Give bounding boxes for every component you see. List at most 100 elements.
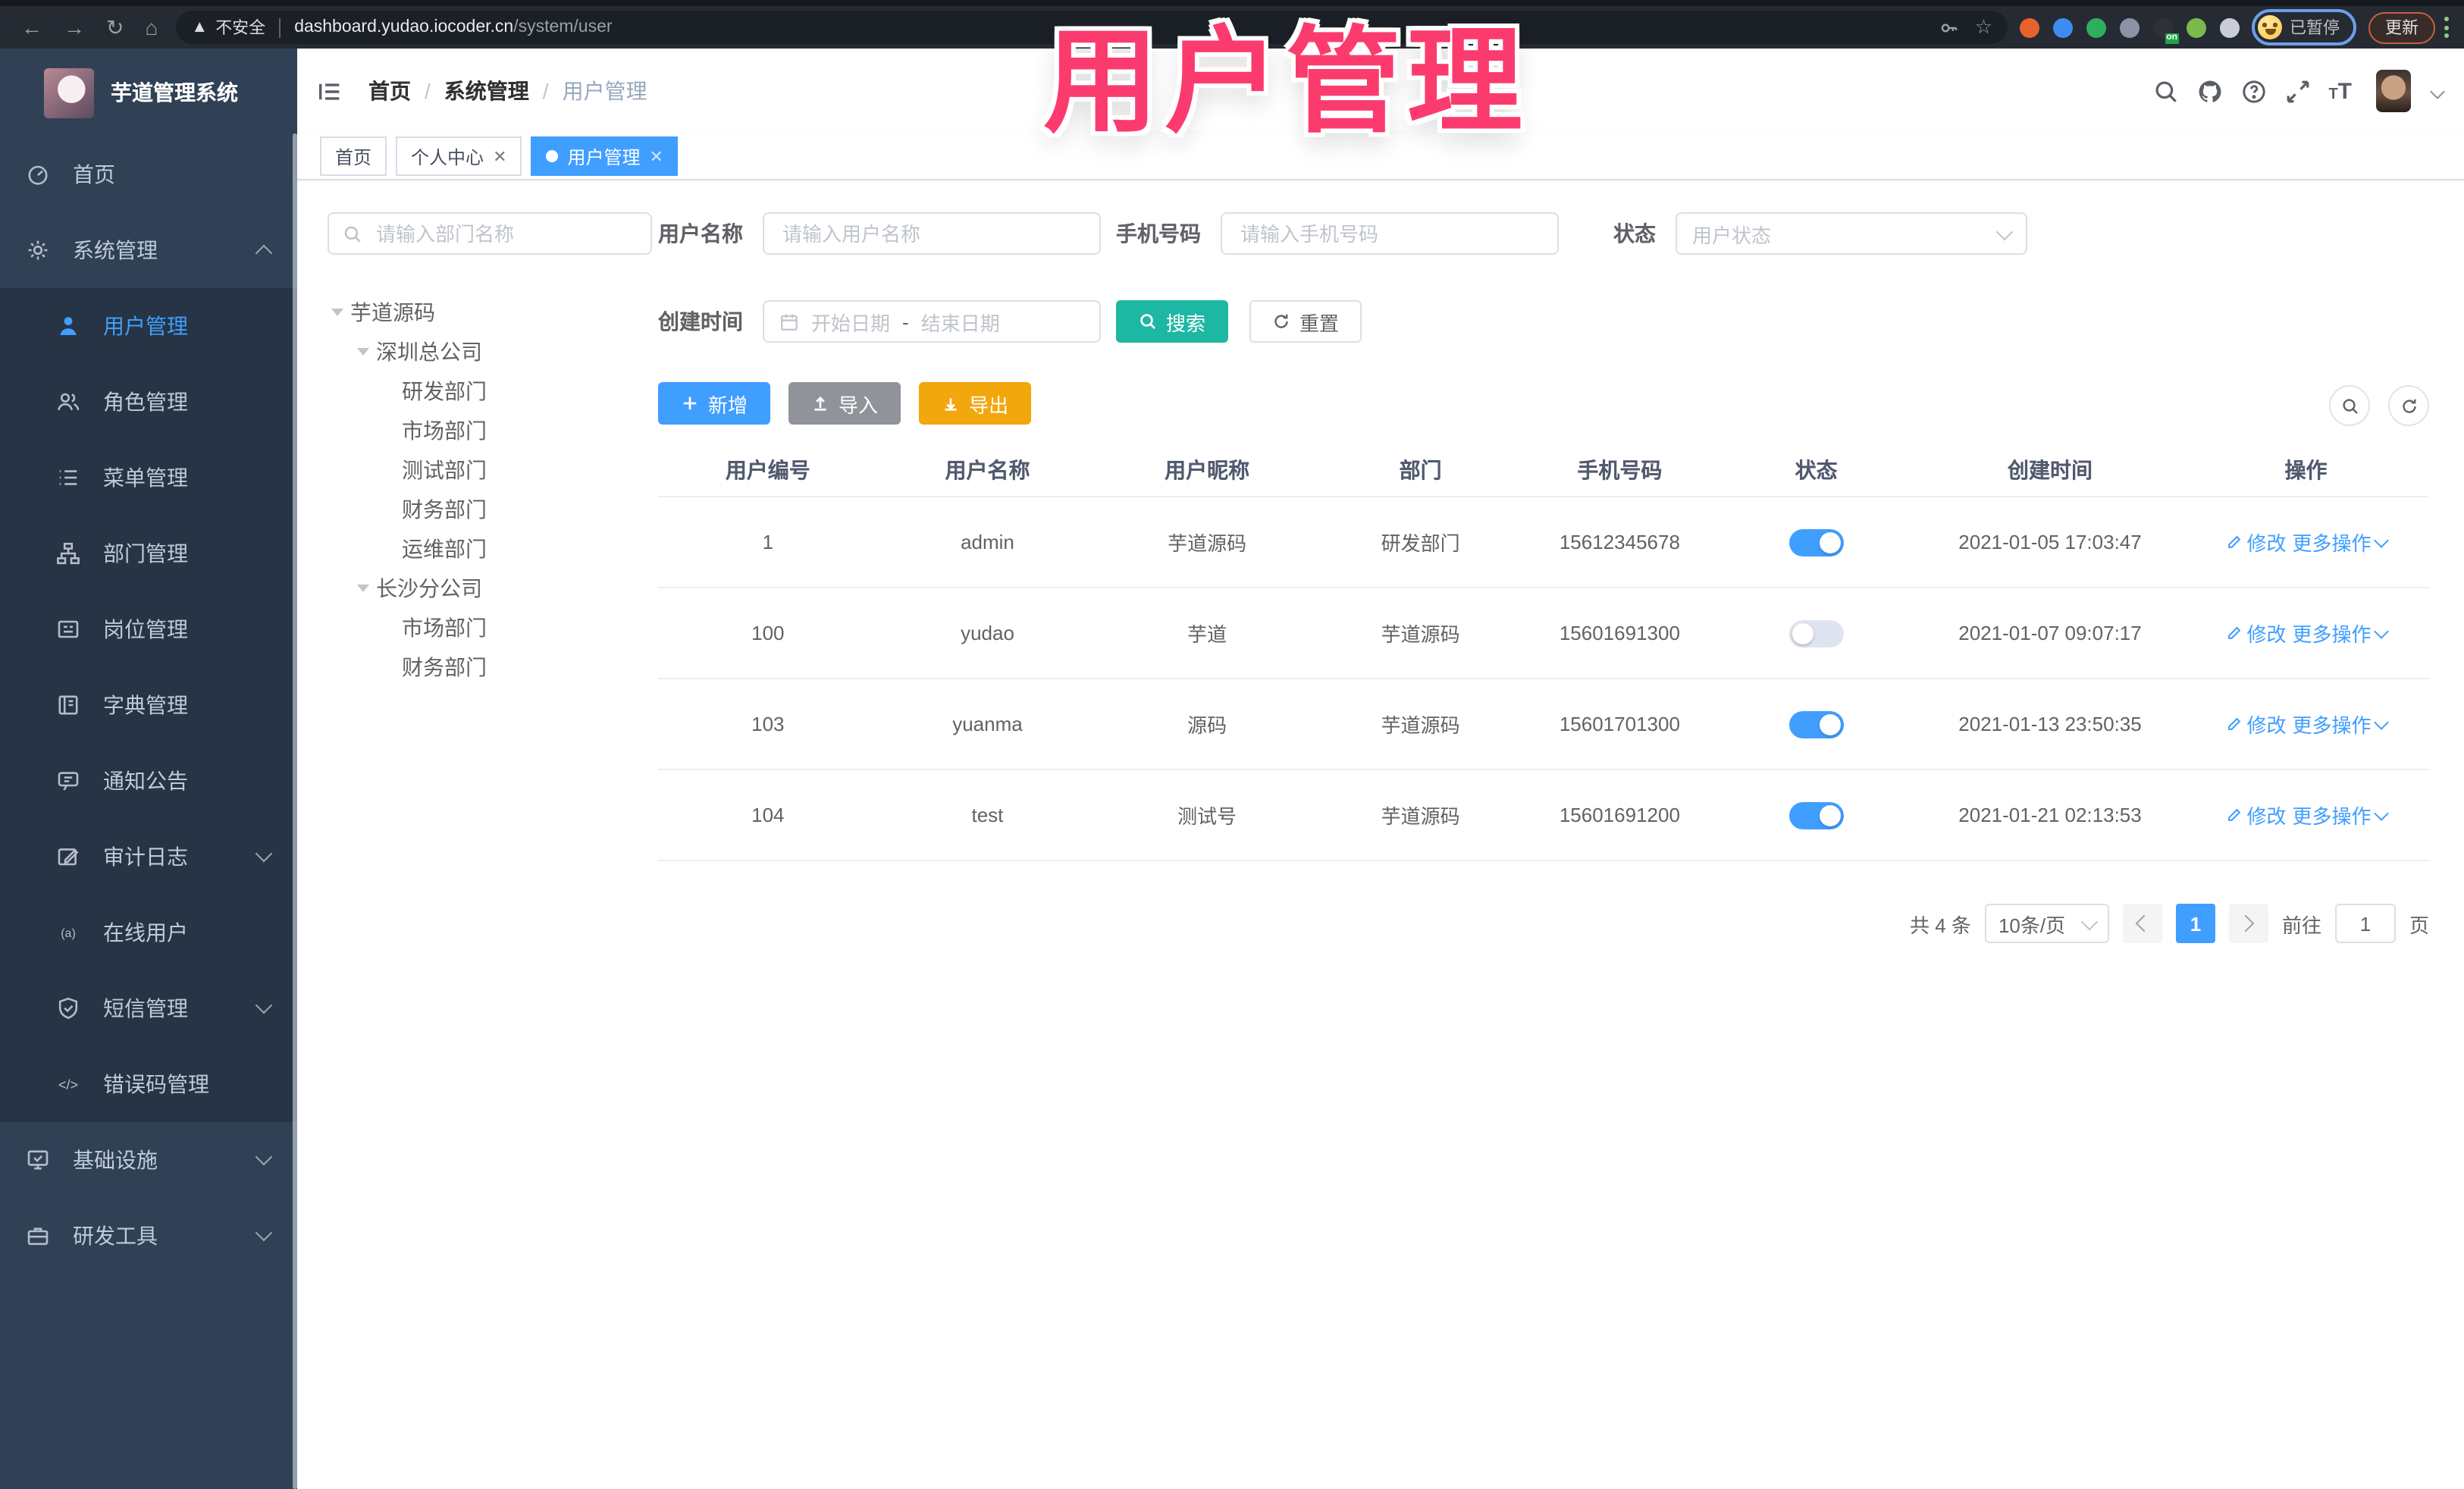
puzzle-extension-icon[interactable] <box>2220 17 2240 37</box>
edit-link[interactable]: 修改 <box>2226 619 2287 647</box>
forward-icon[interactable]: → <box>64 15 85 39</box>
sidebar-item-岗位管理[interactable]: 岗位管理 <box>0 591 297 667</box>
chrome-menu-icon[interactable] <box>2444 17 2449 38</box>
sidebar-item-部门管理[interactable]: 部门管理 <box>0 516 297 591</box>
chrome-update-button[interactable]: 更新 <box>2368 11 2435 43</box>
sidebar-item-角色管理[interactable]: 角色管理 <box>0 364 297 440</box>
export-button[interactable]: 导出 <box>919 382 1032 425</box>
collapse-sidebar-icon[interactable] <box>317 78 343 104</box>
close-icon[interactable]: ✕ <box>650 146 663 166</box>
reload-icon[interactable]: ↻ <box>106 14 124 40</box>
current-page-button[interactable]: 1 <box>2175 904 2215 943</box>
grid-extension-icon[interactable] <box>2120 17 2140 37</box>
prev-page-button[interactable] <box>2122 904 2162 943</box>
table-cell: 芋道源码 <box>1381 805 1460 828</box>
username-field[interactable] <box>763 212 1101 255</box>
tree-node-财务部门[interactable]: 财务部门 <box>328 647 652 687</box>
breadcrumb-item[interactable]: 系统管理 <box>444 76 529 106</box>
logo-row[interactable]: 芋道管理系统 <box>0 49 297 136</box>
tree-node-芋道源码[interactable]: 芋道源码 <box>328 293 652 332</box>
tree-node-市场部门[interactable]: 市场部门 <box>328 411 652 450</box>
tree-node-深圳总公司[interactable]: 深圳总公司 <box>328 332 652 371</box>
avatar-caret-icon[interactable] <box>2430 83 2445 99</box>
page-size-select[interactable]: 10条/页 <box>1984 904 2109 943</box>
browser-chrome: ← → ↻ ⌂ ▲ 不安全 dashboard.yudao.iocoder.cn… <box>0 0 2464 49</box>
next-page-button[interactable] <box>2228 904 2268 943</box>
close-icon[interactable]: ✕ <box>493 146 506 166</box>
sidebar-item-字典管理[interactable]: 字典管理 <box>0 667 297 743</box>
mobile-field[interactable] <box>1221 212 1559 255</box>
tree-node-市场部门[interactable]: 市场部门 <box>328 608 652 647</box>
dept-search-input[interactable] <box>373 221 637 246</box>
sidebar-item-通知公告[interactable]: 通知公告 <box>0 743 297 819</box>
sidebar-item-系统管理[interactable]: 系统管理 <box>0 212 297 288</box>
browser-profile-pill[interactable]: 已暂停 <box>2252 9 2356 45</box>
more-actions-link[interactable]: 更多操作 <box>2293 619 2389 647</box>
goto-page-input[interactable] <box>2334 904 2396 943</box>
search-icon[interactable] <box>2152 78 2178 104</box>
search-button[interactable]: 搜索 <box>1116 300 1229 343</box>
sidebar-item-基础设施[interactable]: 基础设施 <box>0 1122 297 1198</box>
sidebar-item-短信管理[interactable]: 短信管理 <box>0 970 297 1046</box>
expand-arrow-icon[interactable] <box>357 348 369 356</box>
edit-link[interactable]: 修改 <box>2226 528 2287 556</box>
sidebar-item-首页[interactable]: 首页 <box>0 136 297 212</box>
sidebar-item-菜单管理[interactable]: 菜单管理 <box>0 440 297 516</box>
goto-label: 前往 <box>2281 914 2321 936</box>
user-avatar[interactable] <box>2376 70 2411 112</box>
more-actions-link[interactable]: 更多操作 <box>2293 801 2389 829</box>
sidebar-item-错误码管理[interactable]: </> 错误码管理 <box>0 1046 297 1122</box>
add-button[interactable]: 新增 <box>658 382 771 425</box>
status-toggle[interactable] <box>1788 710 1844 738</box>
tree-node-研发部门[interactable]: 研发部门 <box>328 371 652 411</box>
mobile-input[interactable] <box>1237 221 1542 246</box>
expand-arrow-icon[interactable] <box>331 309 343 316</box>
chevron-up-icon <box>255 244 273 262</box>
back-icon[interactable]: ← <box>21 15 42 39</box>
refresh-table-button[interactable] <box>2388 385 2429 426</box>
tab-用户管理[interactable]: 用户管理 ✕ <box>531 136 679 176</box>
breadcrumb-item[interactable]: 首页 <box>368 76 411 106</box>
more-actions-link[interactable]: 更多操作 <box>2293 528 2389 556</box>
font-size-icon[interactable]: TT <box>2328 78 2352 104</box>
person-extension-icon[interactable] <box>2187 17 2206 37</box>
tab-首页[interactable]: 首页 <box>320 136 387 176</box>
help-icon[interactable] <box>2240 78 2266 104</box>
address-bar[interactable]: ▲ 不安全 dashboard.yudao.iocoder.cn /system… <box>176 11 2008 44</box>
key-icon[interactable] <box>1940 17 1960 37</box>
dept-search-box[interactable] <box>328 212 652 255</box>
switch-on-extension-icon[interactable]: on <box>2153 17 2179 43</box>
tree-node-财务部门[interactable]: 财务部门 <box>328 490 652 529</box>
sidebar-item-label: 岗位管理 <box>103 617 188 641</box>
tree-node-测试部门[interactable]: 测试部门 <box>328 450 652 490</box>
pin-extension-icon[interactable] <box>2053 17 2073 37</box>
status-toggle[interactable] <box>1788 528 1844 556</box>
edit-link[interactable]: 修改 <box>2226 710 2287 738</box>
tree-node-运维部门[interactable]: 运维部门 <box>328 529 652 569</box>
toggle-search-button[interactable] <box>2329 385 2370 426</box>
sidebar-item-用户管理[interactable]: 用户管理 <box>0 288 297 364</box>
reset-button[interactable]: 重置 <box>1249 300 1362 343</box>
username-input[interactable] <box>779 221 1084 246</box>
page-label: 页 <box>2409 914 2429 936</box>
import-button[interactable]: 导入 <box>788 382 901 425</box>
fullscreen-icon[interactable] <box>2284 78 2310 104</box>
table-cell: yudao <box>961 622 1014 644</box>
github-icon[interactable] <box>2196 78 2222 104</box>
ubuntu-extension-icon[interactable] <box>2020 17 2039 37</box>
y-extension-icon[interactable] <box>2086 17 2106 37</box>
sidebar-item-研发工具[interactable]: 研发工具 <box>0 1198 297 1274</box>
home-icon[interactable]: ⌂ <box>145 15 158 39</box>
bookmark-star-icon[interactable]: ☆ <box>1975 15 1992 39</box>
sidebar-item-在线用户[interactable]: (a) 在线用户 <box>0 895 297 970</box>
tree-node-长沙分公司[interactable]: 长沙分公司 <box>328 569 652 608</box>
status-toggle[interactable] <box>1788 801 1844 829</box>
date-range-field[interactable]: 开始日期 - 结束日期 <box>763 300 1101 343</box>
sidebar-item-审计日志[interactable]: 审计日志 <box>0 819 297 895</box>
tab-个人中心[interactable]: 个人中心 ✕ <box>396 136 522 176</box>
expand-arrow-icon[interactable] <box>357 585 369 592</box>
status-toggle[interactable] <box>1788 619 1844 647</box>
status-select[interactable]: 用户状态 <box>1676 212 2027 255</box>
edit-link[interactable]: 修改 <box>2226 801 2287 829</box>
more-actions-link[interactable]: 更多操作 <box>2293 710 2389 738</box>
